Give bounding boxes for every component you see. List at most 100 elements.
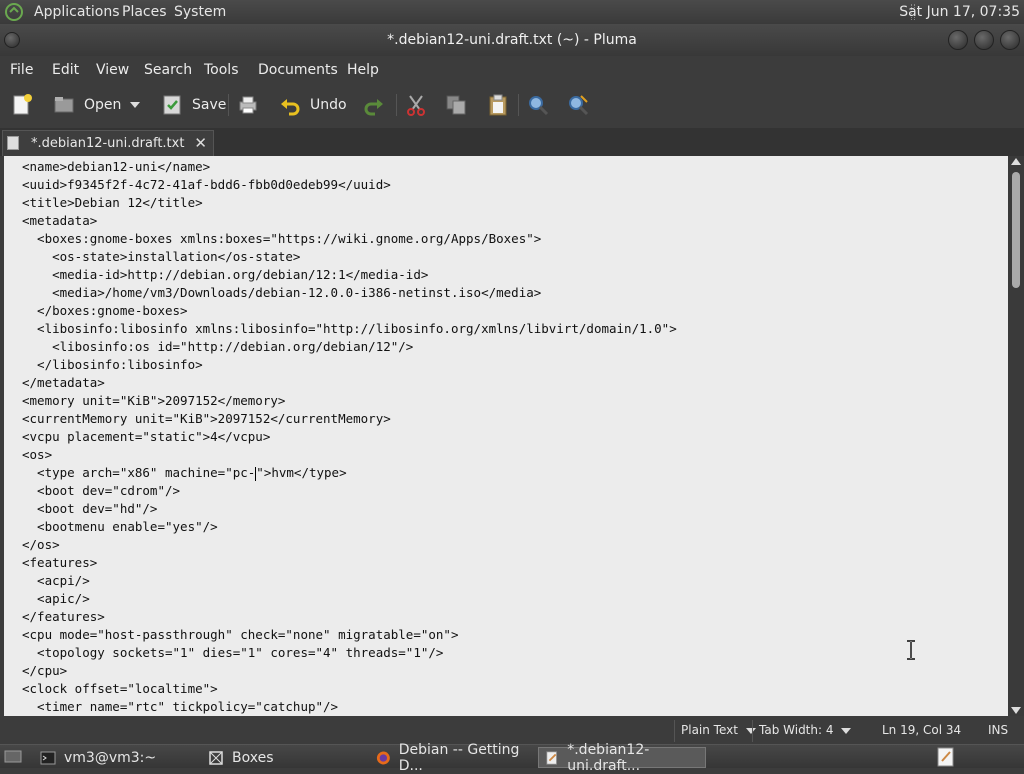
- redo-button[interactable]: [362, 92, 386, 118]
- editor-line[interactable]: <metadata>: [22, 212, 677, 230]
- language-label: Plain Text: [681, 723, 738, 737]
- taskbar-item-label: vm3@vm3:~: [64, 749, 157, 766]
- menu-edit[interactable]: Edit: [52, 62, 79, 78]
- maximize-button[interactable]: [974, 30, 994, 50]
- toolbar-separator: [228, 94, 229, 116]
- editor-line[interactable]: <boot dev="hd"/>: [22, 500, 677, 518]
- tab-width-selector[interactable]: Tab Width: 4: [752, 720, 857, 742]
- editor-line[interactable]: <libosinfo:libosinfo xmlns:libosinfo="ht…: [22, 320, 677, 338]
- editor-line[interactable]: <memory unit="KiB">2097152</memory>: [22, 392, 677, 410]
- editor-line[interactable]: <uuid>f9345f2f-4c72-41af-bdd6-fbb0d0edeb…: [22, 176, 677, 194]
- firefox-icon: [376, 751, 390, 764]
- taskbar-item-boxes[interactable]: Boxes: [202, 747, 362, 768]
- taskbar-item-firefox[interactable]: Debian -- Getting D...: [370, 742, 536, 774]
- show-desktop-icon[interactable]: [4, 748, 22, 766]
- redo-icon: [364, 99, 383, 116]
- undo-button[interactable]: Undo: [278, 92, 347, 118]
- copy-button[interactable]: [444, 92, 468, 118]
- vertical-scrollbar[interactable]: [1008, 156, 1024, 716]
- scrollbar-thumb[interactable]: [1012, 172, 1020, 288]
- editor-line[interactable]: <boxes:gnome-boxes xmlns:boxes="https://…: [22, 230, 677, 248]
- open-label: Open: [84, 97, 122, 113]
- printer-icon: [239, 96, 257, 114]
- find-replace-icon: [569, 95, 589, 116]
- editor-line[interactable]: </metadata>: [22, 374, 677, 392]
- toolbar-separator: [518, 94, 519, 116]
- editor-line[interactable]: <apic/>: [22, 590, 677, 608]
- chevron-down-icon: [130, 102, 140, 108]
- close-tab-icon[interactable]: ✕: [194, 134, 207, 152]
- scroll-up-icon[interactable]: [1011, 158, 1021, 165]
- paste-button[interactable]: [486, 92, 510, 118]
- undo-label: Undo: [310, 97, 347, 113]
- cursor-position: Ln 19, Col 34: [882, 723, 962, 737]
- editor-line[interactable]: <features>: [22, 554, 677, 572]
- tab-width-label: Tab Width: 4: [759, 723, 834, 737]
- menu-file[interactable]: File: [10, 62, 33, 78]
- tab-debian12-uni-draft[interactable]: *.debian12-uni.draft.txt ✕: [2, 130, 214, 156]
- taskbar-item-label: Boxes: [232, 749, 274, 766]
- editor-line[interactable]: <title>Debian 12</title>: [22, 194, 677, 212]
- pluma-icon: [546, 750, 558, 765]
- editor-line[interactable]: </features>: [22, 608, 677, 626]
- minimize-button[interactable]: [948, 30, 968, 50]
- editor-line[interactable]: <media>/home/vm3/Downloads/debian-12.0.0…: [22, 284, 677, 302]
- taskbar-item-pluma[interactable]: *.debian12-uni.draft...: [538, 742, 706, 774]
- editor-line[interactable]: </os>: [22, 536, 677, 554]
- scroll-down-icon[interactable]: [1011, 707, 1021, 714]
- menu-search[interactable]: Search: [144, 62, 192, 78]
- places-menu[interactable]: Places: [122, 4, 167, 20]
- language-selector[interactable]: Plain Text: [674, 720, 762, 742]
- window-title: *.debian12-uni.draft.txt (~) - Pluma: [387, 32, 637, 48]
- paste-icon: [489, 94, 507, 116]
- editor-line[interactable]: <topology sockets="1" dies="1" cores="4"…: [22, 644, 677, 662]
- menu-tools[interactable]: Tools: [204, 62, 239, 78]
- menu-help[interactable]: Help: [347, 62, 379, 78]
- close-button[interactable]: [1000, 30, 1020, 50]
- open-button[interactable]: Open: [52, 92, 121, 118]
- chevron-down-icon: [841, 727, 852, 734]
- editor-line[interactable]: <libosinfo:os id="http://debian.org/debi…: [22, 338, 677, 356]
- top-panel: Applications Places System Sat Jun 17, 0…: [0, 0, 1024, 24]
- open-recent-dropdown[interactable]: [130, 92, 140, 118]
- taskbar-item-label: Debian -- Getting D...: [398, 741, 520, 774]
- menubar: File Edit View Search Tools Documents He…: [0, 56, 1024, 84]
- editor-line[interactable]: <currentMemory unit="KiB">2097152</curre…: [22, 410, 677, 428]
- notepad-tray-icon[interactable]: [936, 747, 956, 767]
- document-icon: [7, 136, 19, 150]
- cut-button[interactable]: [404, 92, 428, 118]
- editor-line[interactable]: </cpu>: [22, 662, 677, 680]
- editor-line[interactable]: </libosinfo:libosinfo>: [22, 356, 677, 374]
- print-button[interactable]: [236, 92, 260, 118]
- editor-line[interactable]: <bootmenu enable="yes"/>: [22, 518, 677, 536]
- editor-line[interactable]: <timer name="rtc" tickpolicy="catchup"/>: [22, 698, 677, 716]
- editor-line[interactable]: <media-id>http://debian.org/debian/12:1<…: [22, 266, 677, 284]
- copy-icon: [446, 95, 466, 115]
- editor-line[interactable]: <cpu mode="host-passthrough" check="none…: [22, 626, 677, 644]
- applications-menu[interactable]: Applications: [34, 4, 120, 20]
- distro-logo-icon[interactable]: [4, 2, 24, 22]
- editor-line[interactable]: <vcpu placement="static">4</vcpu>: [22, 428, 677, 446]
- tab-label: *.debian12-uni.draft.txt: [31, 136, 185, 151]
- system-menu[interactable]: System: [174, 4, 226, 20]
- editor-line[interactable]: <type arch="x86" machine="pc-">hvm</type…: [22, 464, 677, 482]
- menu-view[interactable]: View: [96, 62, 129, 78]
- clock[interactable]: Sat Jun 17, 07:35: [899, 4, 1020, 20]
- text-editor[interactable]: <name>debian12-uni</name> <uuid>f9345f2f-…: [0, 156, 1008, 716]
- editor-line[interactable]: <boot dev="cdrom"/>: [22, 482, 677, 500]
- taskbar-item-terminal[interactable]: vm3@vm3:~: [34, 747, 194, 768]
- editor-text[interactable]: <name>debian12-uni</name> <uuid>f9345f2f-…: [22, 158, 677, 716]
- save-button[interactable]: Save: [160, 92, 226, 118]
- editor-line[interactable]: <name>debian12-uni</name>: [22, 158, 677, 176]
- editor-line[interactable]: </boxes:gnome-boxes>: [22, 302, 677, 320]
- status-bar: Plain Text Tab Width: 4 Ln 19, Col 34 IN…: [0, 716, 1024, 744]
- editor-line[interactable]: <clock offset="localtime">: [22, 680, 677, 698]
- editor-line[interactable]: <os-state>installation</os-state>: [22, 248, 677, 266]
- editor-line[interactable]: <acpi/>: [22, 572, 677, 590]
- find-replace-button[interactable]: [566, 92, 590, 118]
- find-button[interactable]: [526, 92, 550, 118]
- menu-documents[interactable]: Documents: [258, 62, 338, 78]
- window-titlebar[interactable]: *.debian12-uni.draft.txt (~) - Pluma: [0, 24, 1024, 56]
- editor-line[interactable]: <os>: [22, 446, 677, 464]
- new-button[interactable]: [10, 92, 34, 118]
